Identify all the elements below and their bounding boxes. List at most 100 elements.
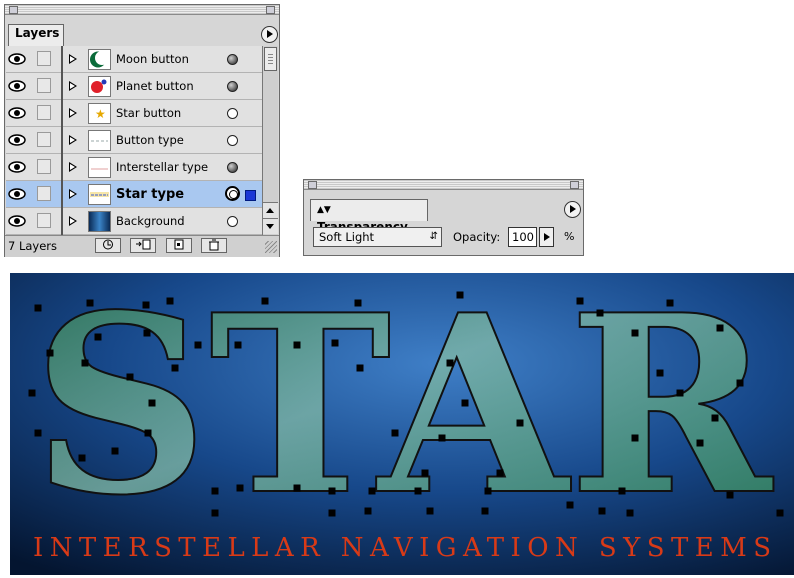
blend-mode-select[interactable]: Soft Light ⇵ [313, 227, 442, 247]
anchor-point[interactable] [356, 364, 364, 372]
expand-triangle-icon[interactable] [69, 162, 77, 172]
anchor-point[interactable] [236, 484, 244, 492]
anchor-point[interactable] [618, 487, 626, 495]
anchor-point[interactable] [81, 359, 89, 367]
anchor-point[interactable] [576, 297, 584, 305]
expand-triangle-icon[interactable] [69, 216, 77, 226]
anchor-point[interactable] [438, 434, 446, 442]
tab-layers[interactable]: Layers [8, 24, 64, 46]
anchor-point[interactable] [166, 297, 174, 305]
new-layer-button[interactable] [130, 238, 156, 253]
target-circle-icon[interactable] [227, 108, 238, 119]
anchor-point[interactable] [328, 487, 336, 495]
target-circle-icon[interactable] [227, 135, 238, 146]
anchor-point[interactable] [143, 329, 151, 337]
anchor-point[interactable] [446, 359, 454, 367]
anchor-point[interactable] [656, 369, 664, 377]
eye-icon[interactable] [8, 106, 26, 120]
anchor-point[interactable] [111, 447, 119, 455]
scroll-up-arrow-icon[interactable] [263, 202, 278, 218]
lock-toggle[interactable] [37, 159, 51, 174]
anchor-point[interactable] [354, 299, 362, 307]
anchor-point[interactable] [328, 509, 336, 517]
eye-icon[interactable] [8, 52, 26, 66]
anchor-point[interactable] [481, 507, 489, 515]
anchor-point[interactable] [261, 297, 269, 305]
anchor-point[interactable] [516, 419, 524, 427]
palette-menu-icon[interactable] [261, 26, 278, 43]
anchor-point[interactable] [331, 339, 339, 347]
lock-toggle[interactable] [37, 51, 51, 66]
opacity-input[interactable]: 100 [508, 227, 537, 247]
anchor-point[interactable] [776, 509, 784, 517]
anchor-point[interactable] [631, 329, 639, 337]
close-box-icon[interactable] [9, 6, 18, 14]
layer-row[interactable]: ★ Star button [6, 100, 263, 127]
eye-icon[interactable] [8, 214, 26, 228]
artwork-canvas[interactable]: STAR INTERSTELLAR NAVIGATION SYSTEMS [10, 260, 794, 575]
anchor-point[interactable] [94, 333, 102, 341]
anchor-point[interactable] [364, 507, 372, 515]
anchor-point[interactable] [46, 349, 54, 357]
layer-row[interactable]: Interstellar type [6, 154, 263, 181]
target-circle-icon[interactable] [227, 216, 238, 227]
layers-scrollbar[interactable] [262, 46, 278, 235]
scroll-down-arrow-icon[interactable] [263, 218, 278, 234]
anchor-point[interactable] [676, 389, 684, 397]
expand-triangle-icon[interactable] [69, 81, 77, 91]
zoom-box-icon[interactable] [266, 6, 275, 14]
anchor-point[interactable] [78, 454, 86, 462]
anchor-point[interactable] [598, 507, 606, 515]
layers-titlebar[interactable] [5, 5, 279, 15]
anchor-point[interactable] [86, 299, 94, 307]
anchor-point[interactable] [34, 304, 42, 312]
anchor-point[interactable] [596, 309, 604, 317]
anchor-point[interactable] [234, 341, 242, 349]
tab-transparency[interactable]: ▲▼ Transparency [310, 199, 428, 234]
layer-row[interactable]: Star type [6, 181, 263, 208]
anchor-point[interactable] [566, 501, 574, 509]
expand-triangle-icon[interactable] [69, 108, 77, 118]
target-circle-icon[interactable] [225, 186, 240, 201]
anchor-point[interactable] [211, 509, 219, 517]
lock-toggle[interactable] [37, 105, 51, 120]
close-box-icon[interactable] [308, 181, 317, 189]
target-circle-icon[interactable] [227, 162, 238, 173]
anchor-point[interactable] [34, 429, 42, 437]
lock-toggle[interactable] [37, 186, 51, 201]
scrollbar-thumb[interactable] [264, 47, 277, 71]
transparency-titlebar[interactable] [304, 180, 583, 190]
anchor-point[interactable] [421, 469, 429, 477]
trash-button[interactable] [201, 238, 227, 253]
lock-toggle[interactable] [37, 132, 51, 147]
anchor-point[interactable] [631, 434, 639, 442]
anchor-point[interactable] [711, 414, 719, 422]
anchor-point[interactable] [144, 429, 152, 437]
lock-toggle[interactable] [37, 213, 51, 228]
palette-menu-icon[interactable] [564, 201, 581, 218]
eye-icon[interactable] [8, 133, 26, 147]
artwork-subtitle[interactable]: INTERSTELLAR NAVIGATION SYSTEMS [33, 533, 771, 563]
resize-grip[interactable] [265, 241, 277, 253]
move-selection-button[interactable] [166, 238, 192, 253]
anchor-point[interactable] [426, 507, 434, 515]
eye-icon[interactable] [8, 79, 26, 93]
expand-triangle-icon[interactable] [69, 135, 77, 145]
layer-row[interactable]: Background [6, 208, 263, 235]
anchor-point[interactable] [293, 341, 301, 349]
anchor-point[interactable] [726, 491, 734, 499]
anchor-point[interactable] [211, 487, 219, 495]
eye-icon[interactable] [8, 160, 26, 174]
anchor-point[interactable] [28, 389, 36, 397]
anchor-point[interactable] [666, 299, 674, 307]
anchor-point[interactable] [696, 439, 704, 447]
anchor-point[interactable] [194, 341, 202, 349]
anchor-point[interactable] [368, 487, 376, 495]
target-circle-icon[interactable] [227, 81, 238, 92]
layer-row[interactable]: Moon button [6, 46, 263, 73]
anchor-point[interactable] [736, 379, 744, 387]
anchor-point[interactable] [716, 324, 724, 332]
layer-row[interactable]: Button type [6, 127, 263, 154]
expand-triangle-icon[interactable] [69, 54, 77, 64]
anchor-point[interactable] [626, 509, 634, 517]
